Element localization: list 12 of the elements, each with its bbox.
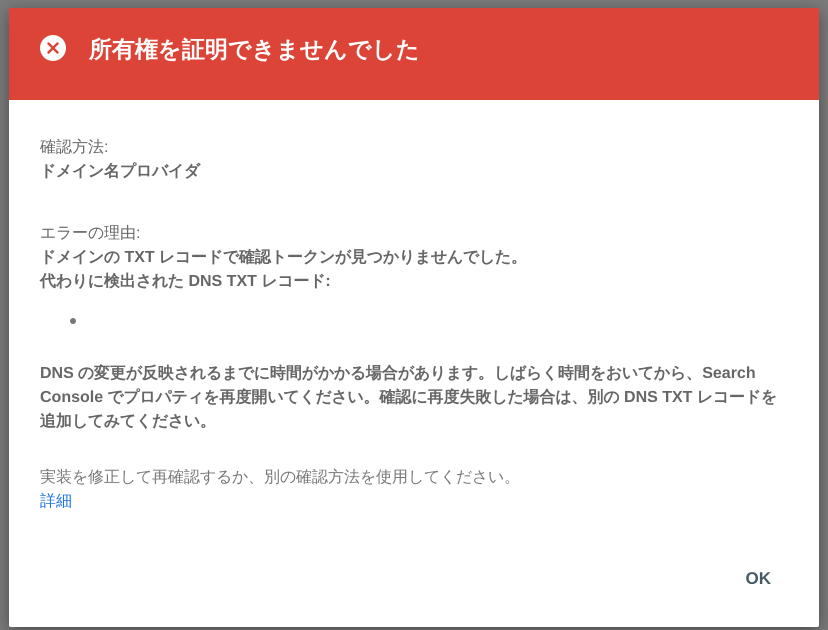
section-label: 確認方法: [40,138,110,158]
error-icon [39,34,67,62]
section-text: 代わりに検出された DNS TXT レコード: [40,272,332,292]
section-text: ドメインの TXT レコードで確認トークンが見つかりませんでした。 [40,247,528,268]
ok-button[interactable]: OK [734,561,783,597]
dialog-title: 所有権を証明できませんでした [89,34,420,64]
hint-text: 実装を修正して再確認するか、別の確認方法を使用してください。 [40,468,521,488]
bullet-icon [70,318,76,324]
details-link[interactable]: 詳細 [40,490,72,514]
section-text: ドメイン名プロバイダ [40,161,202,182]
section-label: エラーの理由: [40,224,142,244]
note-text: DNS の変更が反映されるまでに時間がかかる場合があります。しばらく時間をおいてから、Search Console でプロパティを再度開いてください。確認に再度失敗した場合は、別の DNS TXT レコードを追加してみてください。 [40,363,778,432]
